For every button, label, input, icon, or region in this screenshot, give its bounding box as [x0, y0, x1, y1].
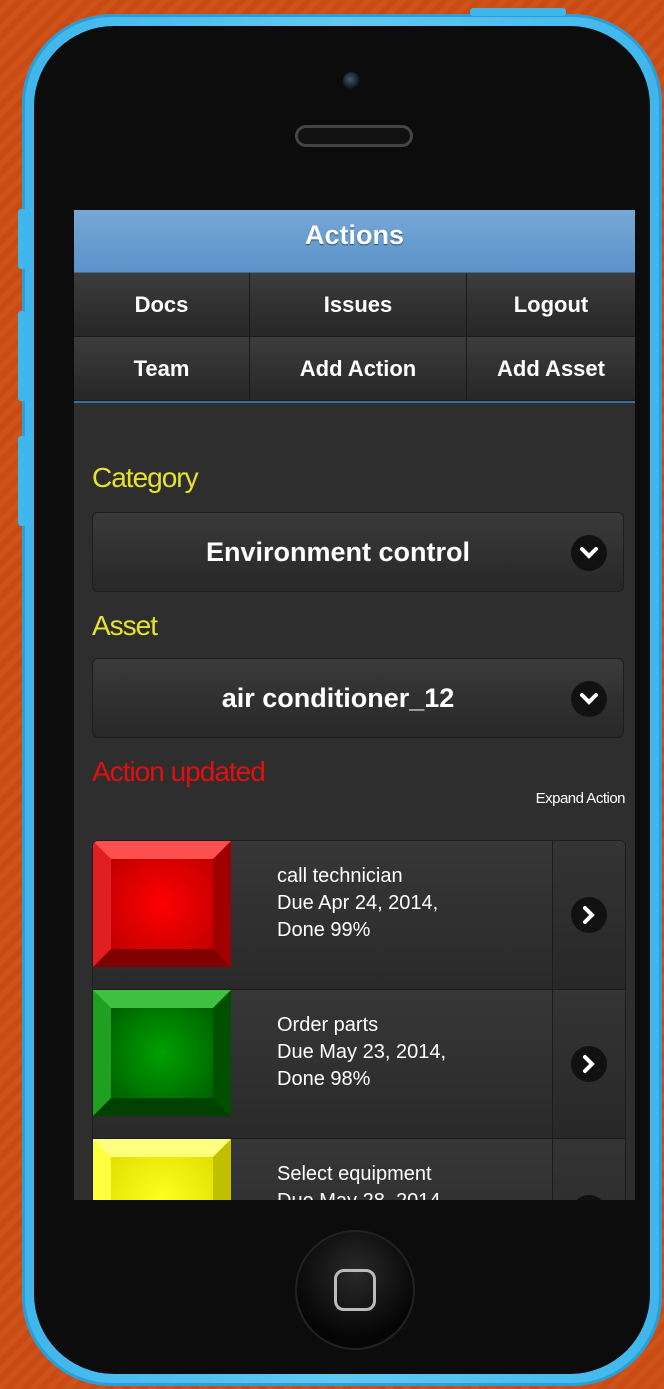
nav-add-asset-button[interactable]: Add Asset	[467, 337, 635, 401]
side-button-mute	[18, 209, 26, 269]
action-list: call technician Due Apr 24, 2014, Done 9…	[92, 840, 626, 1200]
nav-issues-button[interactable]: Issues	[250, 273, 467, 337]
side-button-volume-up	[18, 311, 26, 401]
power-button	[470, 8, 566, 16]
list-item[interactable]: Order parts Due May 23, 2014, Done 98%	[93, 990, 625, 1139]
chevron-right-icon	[571, 1195, 607, 1200]
nav-row-2: Team Add Action Add Asset	[74, 337, 635, 401]
nav-add-action-button[interactable]: Add Action	[250, 337, 467, 401]
nav-docs-button[interactable]: Docs	[74, 273, 250, 337]
action-title: call technician	[277, 865, 403, 887]
status-color-swatch	[93, 990, 231, 1116]
list-item[interactable]: call technician Due Apr 24, 2014, Done 9…	[93, 841, 625, 990]
home-square-icon	[334, 1269, 376, 1311]
action-done: Done 98%	[277, 1068, 371, 1090]
action-due: Due May 28, 2014,	[277, 1188, 446, 1200]
nav-team-button[interactable]: Team	[74, 337, 250, 401]
list-item-arrow[interactable]	[552, 990, 625, 1138]
action-done: Done 99%	[277, 919, 371, 941]
list-item[interactable]: Select equipment Due May 28, 2014,	[93, 1139, 625, 1200]
expand-action-link[interactable]: Expand Action	[536, 790, 626, 807]
action-title: Select equipment	[277, 1163, 432, 1185]
status-message: Action updated	[92, 756, 266, 787]
asset-select[interactable]: air conditioner_12	[92, 658, 624, 738]
side-button-volume-down	[18, 436, 26, 526]
asset-label: Asset	[92, 610, 158, 641]
app-screen: Actions Docs Issues Logout Team Add Acti…	[74, 210, 635, 1200]
action-due: Due Apr 24, 2014,	[277, 892, 439, 914]
status-color-swatch	[93, 841, 231, 967]
list-item-arrow[interactable]	[552, 1139, 625, 1200]
speaker-grille	[295, 125, 413, 147]
chevron-right-icon	[571, 897, 607, 933]
list-item-text: Select equipment Due May 28, 2014,	[277, 1161, 446, 1200]
action-title: Order parts	[277, 1014, 379, 1036]
list-item-text: call technician Due Apr 24, 2014, Done 9…	[277, 863, 438, 944]
chevron-down-icon	[571, 681, 607, 717]
chevron-down-icon	[571, 535, 607, 571]
category-label: Category	[92, 462, 199, 493]
nav-row-1: Docs Issues Logout	[74, 273, 635, 337]
category-select-value: Environment control	[205, 536, 470, 567]
list-item-text: Order parts Due May 23, 2014, Done 98%	[277, 1012, 446, 1093]
category-select[interactable]: Environment control	[92, 512, 624, 592]
asset-select-value: air conditioner_12	[221, 682, 455, 713]
home-button[interactable]	[295, 1230, 415, 1350]
nav-divider	[74, 401, 635, 403]
action-due: Due May 23, 2014,	[277, 1041, 446, 1063]
list-item-arrow[interactable]	[552, 841, 625, 989]
nav-logout-button[interactable]: Logout	[467, 273, 635, 337]
page-title: Actions	[74, 210, 635, 273]
chevron-right-icon	[571, 1046, 607, 1082]
status-color-swatch	[93, 1139, 231, 1200]
camera-icon	[343, 72, 361, 90]
